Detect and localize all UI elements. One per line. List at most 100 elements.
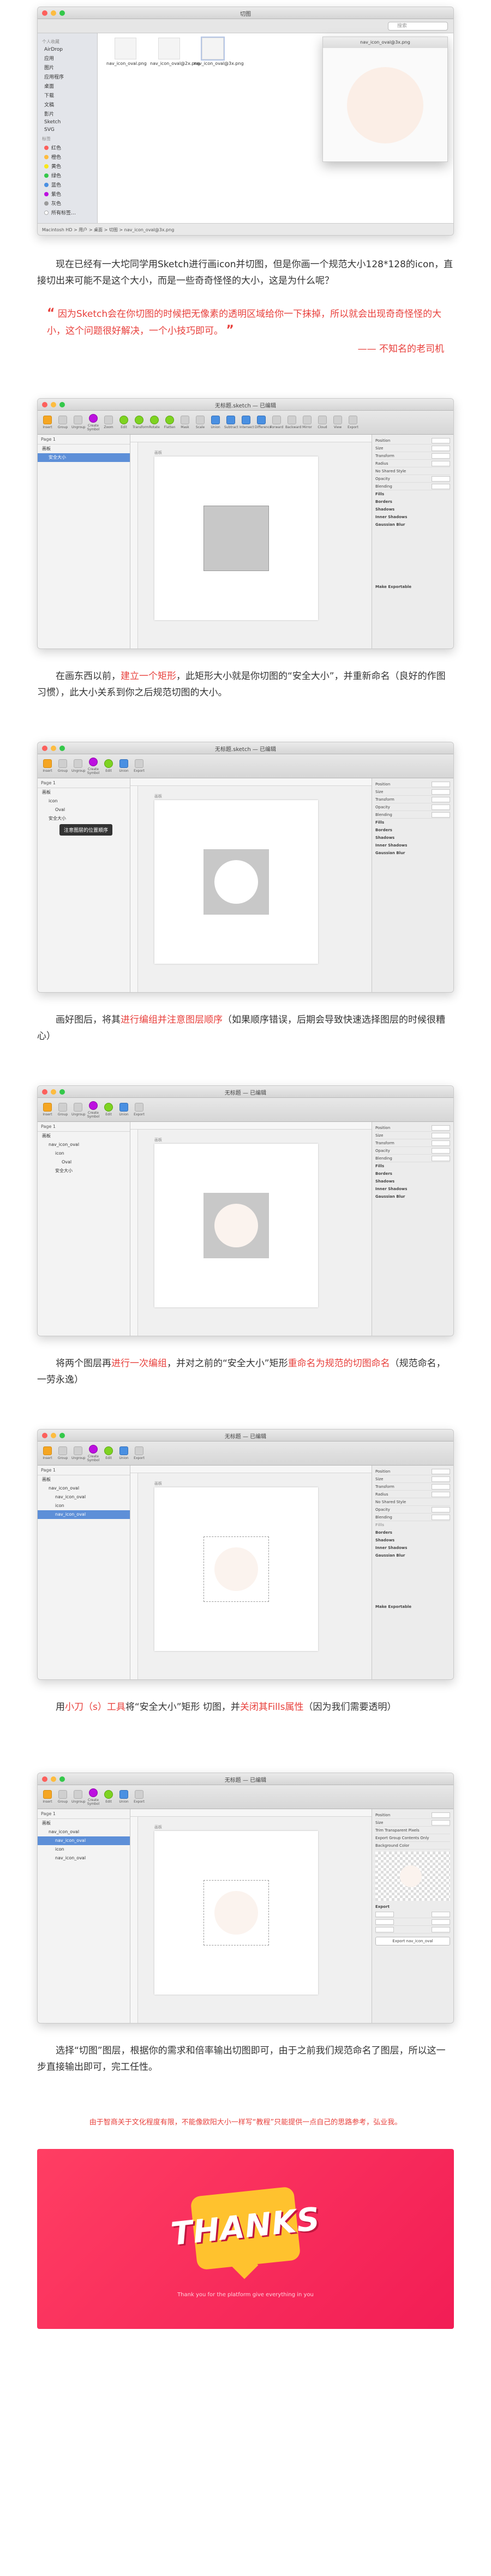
layer-row[interactable]: 画板: [38, 1819, 130, 1828]
format-select[interactable]: [432, 1919, 450, 1925]
borders-section[interactable]: Borders: [375, 498, 450, 506]
gaussian-blur-section[interactable]: Gaussian Blur: [375, 1552, 450, 1559]
canvas[interactable]: 画板: [130, 778, 372, 992]
tag-item[interactable]: 绿色: [38, 171, 97, 180]
layer-row[interactable]: nav_icon_oval: [38, 1140, 130, 1149]
fills-section[interactable]: Fills: [375, 1162, 450, 1170]
ungroup-button[interactable]: Ungroup: [71, 1446, 86, 1460]
export-scale-row[interactable]: [375, 1926, 450, 1933]
create-symbol-button[interactable]: Create Symbol: [87, 413, 100, 431]
sidebar-item[interactable]: Sketch: [38, 118, 97, 126]
transform-button[interactable]: Transform: [133, 416, 149, 429]
ungroup-button[interactable]: Ungroup: [71, 1103, 86, 1116]
sidebar-item[interactable]: 图片: [38, 63, 97, 72]
gaussian-blur-section[interactable]: Gaussian Blur: [375, 1193, 450, 1200]
file-item-selected[interactable]: nav_icon_oval@3x.png: [194, 37, 244, 66]
canvas[interactable]: 画板: [130, 1809, 372, 2023]
artboard[interactable]: [154, 1487, 318, 1651]
fills-section[interactable]: Fills: [375, 490, 450, 498]
forward-button[interactable]: Forward: [270, 416, 283, 429]
group-button[interactable]: Group: [56, 1790, 69, 1804]
difference-button[interactable]: Difference: [255, 416, 272, 429]
make-exportable-section[interactable]: Make Exportable: [375, 1603, 450, 1611]
layer-row[interactable]: 画板: [38, 445, 130, 453]
layer-row-selected[interactable]: 安全大小: [38, 453, 130, 462]
export-slice-button[interactable]: Export nav_icon_oval: [375, 1937, 450, 1945]
slice-layer-row-selected[interactable]: nav_icon_oval: [38, 1836, 130, 1845]
layer-row[interactable]: 画板: [38, 1475, 130, 1484]
tag-item[interactable]: 橙色: [38, 152, 97, 161]
view-button[interactable]: View: [331, 416, 344, 429]
canvas[interactable]: 画板: [130, 1466, 372, 1679]
gaussian-blur-section[interactable]: Gaussian Blur: [375, 521, 450, 529]
insert-button[interactable]: Insert: [41, 1790, 54, 1804]
blending-select[interactable]: [432, 1514, 450, 1520]
radius-field[interactable]: [432, 460, 450, 466]
gaussian-blur-section[interactable]: Gaussian Blur: [375, 849, 450, 857]
tag-item[interactable]: 蓝色: [38, 180, 97, 189]
opacity-slider[interactable]: [432, 1506, 450, 1512]
union-button[interactable]: Union: [209, 416, 222, 429]
insert-button[interactable]: Insert: [41, 416, 54, 429]
subtract-button[interactable]: Subtract: [224, 416, 238, 429]
file-item[interactable]: nav_icon_oval@2x.png: [150, 38, 200, 66]
insert-button[interactable]: Insert: [41, 759, 54, 773]
transform-field[interactable]: [432, 453, 450, 459]
export-scale-row[interactable]: [375, 1918, 450, 1926]
inner-shadows-section[interactable]: Inner Shadows: [375, 1544, 450, 1552]
scale-field[interactable]: [375, 1919, 394, 1925]
zoom-tool-button[interactable]: Zoom: [102, 416, 115, 429]
inner-shadows-section[interactable]: Inner Shadows: [375, 1185, 450, 1193]
page-selector[interactable]: Page 1: [38, 1466, 130, 1475]
tag-item[interactable]: 紫色: [38, 189, 97, 199]
sidebar-item[interactable]: 应用程序: [38, 72, 97, 81]
format-select[interactable]: [432, 1911, 450, 1917]
layer-row[interactable]: 画板: [38, 1132, 130, 1140]
opacity-slider[interactable]: [432, 476, 450, 482]
group-button[interactable]: Group: [56, 1103, 69, 1116]
tag-item[interactable]: 灰色: [38, 199, 97, 208]
borders-section[interactable]: Borders: [375, 826, 450, 834]
artboard[interactable]: [154, 800, 318, 964]
tag-item[interactable]: 红色: [38, 143, 97, 152]
layer-row[interactable]: icon: [38, 1149, 130, 1158]
artboard[interactable]: [154, 457, 318, 620]
layer-row[interactable]: nav_icon_oval: [38, 1854, 130, 1863]
mask-button[interactable]: Mask: [178, 416, 191, 429]
oval-shape[interactable]: [214, 860, 258, 904]
edit-button[interactable]: Edit: [117, 416, 130, 429]
union-button[interactable]: Union: [117, 1103, 130, 1116]
scale-button[interactable]: Scale: [194, 416, 207, 429]
borders-section[interactable]: Borders: [375, 1529, 450, 1536]
create-symbol-button[interactable]: Create Symbol: [87, 1788, 100, 1806]
make-exportable-section[interactable]: Make Exportable: [375, 583, 450, 591]
size-field[interactable]: [432, 1132, 450, 1138]
borders-section[interactable]: Borders: [375, 1170, 450, 1178]
fills-section-disabled[interactable]: Fills: [375, 1521, 450, 1529]
position-field[interactable]: [432, 1125, 450, 1131]
shadows-section[interactable]: Shadows: [375, 834, 450, 842]
page-selector[interactable]: Page 1: [38, 1809, 130, 1819]
oval-shape[interactable]: [214, 1547, 258, 1591]
intersect-button[interactable]: Intersect: [239, 416, 254, 429]
shadows-section[interactable]: Shadows: [375, 1178, 450, 1185]
layer-row[interactable]: 安全大小: [38, 814, 130, 823]
size-field[interactable]: [432, 445, 450, 451]
scale-field[interactable]: [375, 1926, 394, 1932]
export-scale-row[interactable]: [375, 1911, 450, 1918]
artboard[interactable]: [154, 1831, 318, 1995]
layer-row[interactable]: icon: [38, 1845, 130, 1854]
blending-select[interactable]: [432, 1155, 450, 1161]
blending-select[interactable]: [432, 812, 450, 818]
size-field[interactable]: [432, 1476, 450, 1482]
insert-button[interactable]: Insert: [41, 1446, 54, 1460]
opacity-slider[interactable]: [432, 1148, 450, 1154]
sidebar-item[interactable]: 文稿: [38, 100, 97, 109]
position-field[interactable]: [432, 437, 450, 443]
layer-row[interactable]: nav_icon_oval: [38, 1484, 130, 1493]
layer-row[interactable]: Oval: [38, 806, 130, 814]
flatten-button[interactable]: Flatten: [163, 416, 176, 429]
format-select[interactable]: [432, 1926, 450, 1932]
opacity-slider[interactable]: [432, 804, 450, 810]
export-button[interactable]: Export: [133, 1446, 146, 1460]
